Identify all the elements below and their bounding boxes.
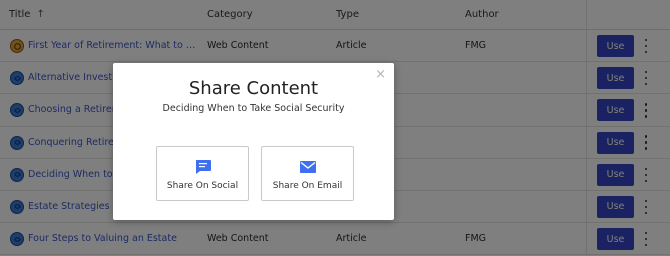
share-on-email-label: Share On Email (272, 181, 343, 191)
share-on-social-label: Share On Social (166, 181, 239, 191)
modal-title: Share Content (188, 78, 319, 99)
chat-bubble-icon (195, 160, 211, 174)
modal-subtitle: Deciding When to Take Social Security (162, 103, 345, 114)
envelope-icon (299, 161, 316, 173)
share-content-modal: × Share Content Deciding When to Take So… (113, 63, 394, 220)
share-on-email-button[interactable]: Share On Email (261, 146, 354, 201)
share-on-social-button[interactable]: Share On Social (156, 146, 249, 201)
